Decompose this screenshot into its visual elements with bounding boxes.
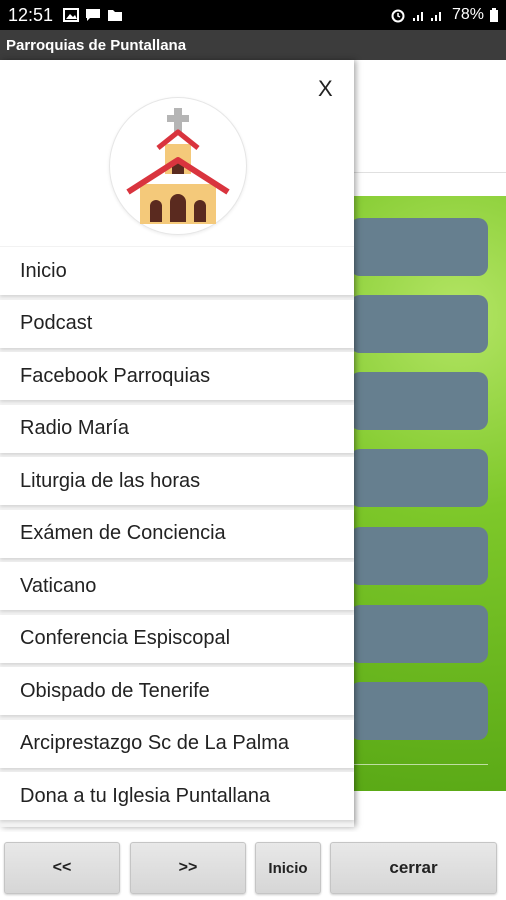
logo	[109, 97, 247, 235]
menu-item-inicio[interactable]: Inicio	[0, 247, 354, 295]
menu-item-examen[interactable]: Exámen de Conciencia	[0, 509, 354, 558]
menu-item-conferencia[interactable]: Conferencia Espiscopal	[0, 614, 354, 663]
menu-item-obispado[interactable]: Obispado de Tenerife	[0, 667, 354, 715]
panel-button[interactable]	[350, 682, 488, 740]
alarm-icon	[391, 9, 405, 23]
close-drawer-button[interactable]: X	[318, 76, 333, 102]
app-title: Parroquias de Puntallana	[6, 36, 187, 54]
menu-item-vaticano[interactable]: Vaticano	[0, 562, 354, 610]
panel-button[interactable]	[350, 372, 488, 430]
menu-item-podcast[interactable]: Podcast	[0, 299, 354, 348]
panel-button[interactable]	[350, 295, 488, 353]
menu-item-facebook[interactable]: Facebook Parroquias	[0, 352, 354, 400]
church-icon	[126, 108, 230, 224]
panel-button[interactable]	[350, 449, 488, 507]
next-button[interactable]: >>	[130, 842, 246, 894]
folder-icon	[108, 10, 123, 21]
menu-item-dona[interactable]: Dona a tu Iglesia Puntallana	[0, 772, 354, 820]
menu-item-radio-maria[interactable]: Radio María	[0, 404, 354, 453]
panel-button[interactable]	[350, 605, 488, 663]
home-button[interactable]: Inicio	[255, 842, 321, 894]
drawer-menu: Inicio Podcast Facebook Parroquias Radio…	[0, 247, 354, 825]
message-icon	[86, 9, 101, 21]
status-bar: 12:51 78%	[0, 0, 506, 30]
panel-button[interactable]	[350, 527, 488, 585]
signal-icon	[412, 12, 441, 21]
status-right: 78%	[390, 6, 498, 24]
divider	[350, 764, 488, 765]
drawer-header: X	[0, 60, 354, 246]
navigation-drawer: X Inicio Podcast Facebook Parroquias Rad…	[0, 60, 354, 827]
notification-icons	[63, 8, 123, 22]
menu-item-arciprestazgo[interactable]: Arciprestazgo Sc de La Palma	[0, 719, 354, 768]
panel-button[interactable]	[350, 218, 488, 276]
image-icon	[63, 8, 80, 22]
menu-item-liturgia[interactable]: Liturgia de las horas	[0, 457, 354, 505]
status-time: 12:51	[8, 4, 54, 25]
battery-icon	[490, 8, 498, 22]
prev-button[interactable]: <<	[4, 842, 120, 894]
app-title-bar: Parroquias de Puntallana	[0, 30, 506, 60]
battery-percent: 78%	[451, 6, 484, 23]
close-button[interactable]: cerrar	[330, 842, 497, 894]
